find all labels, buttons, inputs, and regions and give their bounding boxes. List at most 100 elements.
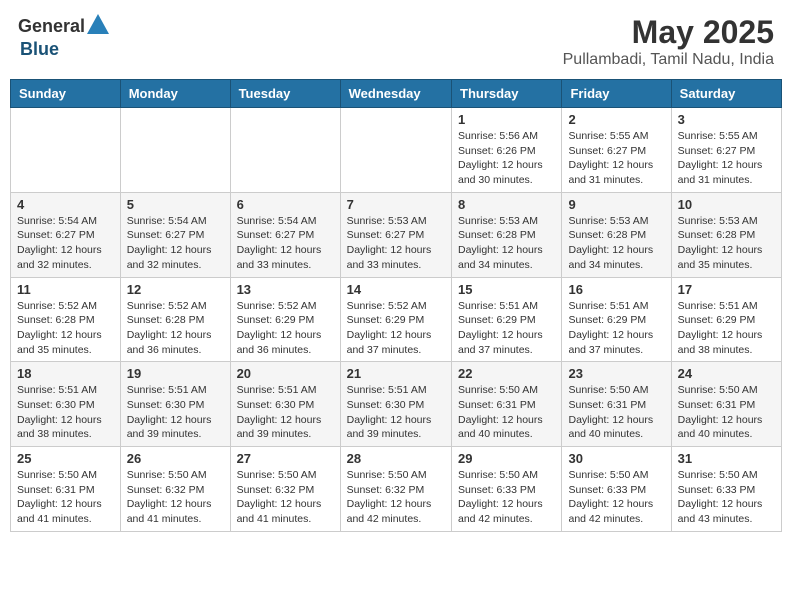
calendar-cell: 27 Sunrise: 5:50 AM Sunset: 6:32 PM Dayli…	[230, 447, 340, 532]
day-info: Sunrise: 5:50 AM Sunset: 6:31 PM Dayligh…	[568, 383, 664, 442]
day-number: 28	[347, 451, 445, 466]
calendar-cell: 15 Sunrise: 5:51 AM Sunset: 6:29 PM Dayli…	[452, 277, 562, 362]
day-number: 31	[678, 451, 775, 466]
day-number: 4	[17, 197, 114, 212]
title-section: May 2025 Pullambadi, Tamil Nadu, India	[563, 14, 774, 69]
main-title: May 2025	[563, 14, 774, 51]
calendar-cell: 21 Sunrise: 5:51 AM Sunset: 6:30 PM Dayli…	[340, 362, 451, 447]
day-number: 23	[568, 366, 664, 381]
calendar-cell: 10Sunrise: 5:53 AM Sunset: 6:28 PM Dayli…	[671, 192, 781, 277]
day-number: 13	[237, 282, 334, 297]
day-number: 11	[17, 282, 114, 297]
day-info: Sunrise: 5:55 AM Sunset: 6:27 PM Dayligh…	[568, 129, 664, 188]
logo-general: General	[18, 16, 85, 37]
day-number: 29	[458, 451, 555, 466]
day-number: 17	[678, 282, 775, 297]
day-info: Sunrise: 5:51 AM Sunset: 6:29 PM Dayligh…	[458, 299, 555, 358]
logo-blue: Blue	[20, 39, 59, 60]
day-info: Sunrise: 5:54 AM Sunset: 6:27 PM Dayligh…	[127, 214, 224, 273]
day-number: 5	[127, 197, 224, 212]
page-header: General Blue May 2025 Pullambadi, Tamil …	[10, 10, 782, 73]
calendar-cell: 22 Sunrise: 5:50 AM Sunset: 6:31 PM Dayli…	[452, 362, 562, 447]
calendar-cell: 24 Sunrise: 5:50 AM Sunset: 6:31 PM Dayli…	[671, 362, 781, 447]
day-info: Sunrise: 5:50 AM Sunset: 6:33 PM Dayligh…	[458, 468, 555, 527]
day-info: Sunrise: 5:52 AM Sunset: 6:29 PM Dayligh…	[347, 299, 445, 358]
day-number: 8	[458, 197, 555, 212]
day-number: 2	[568, 112, 664, 127]
day-number: 20	[237, 366, 334, 381]
day-info: Sunrise: 5:51 AM Sunset: 6:30 PM Dayligh…	[127, 383, 224, 442]
calendar-cell: 13 Sunrise: 5:52 AM Sunset: 6:29 PM Dayli…	[230, 277, 340, 362]
day-number: 21	[347, 366, 445, 381]
day-number: 19	[127, 366, 224, 381]
day-info: Sunrise: 5:51 AM Sunset: 6:29 PM Dayligh…	[678, 299, 775, 358]
calendar-cell: 3 Sunrise: 5:55 AM Sunset: 6:27 PM Daylig…	[671, 108, 781, 193]
calendar-cell: 11 Sunrise: 5:52 AM Sunset: 6:28 PM Dayli…	[11, 277, 121, 362]
day-number: 22	[458, 366, 555, 381]
day-number: 24	[678, 366, 775, 381]
day-info: Sunrise: 5:52 AM Sunset: 6:29 PM Dayligh…	[237, 299, 334, 358]
calendar-header-row: SundayMondayTuesdayWednesdayThursdayFrid…	[11, 80, 782, 108]
calendar-cell: 12 Sunrise: 5:52 AM Sunset: 6:28 PM Dayli…	[120, 277, 230, 362]
calendar-cell: 8 Sunrise: 5:53 AM Sunset: 6:28 PM Daylig…	[452, 192, 562, 277]
day-info: Sunrise: 5:54 AM Sunset: 6:27 PM Dayligh…	[237, 214, 334, 273]
day-number: 15	[458, 282, 555, 297]
logo: General Blue	[18, 14, 109, 60]
day-info: Sunrise: 5:56 AM Sunset: 6:26 PM Dayligh…	[458, 129, 555, 188]
day-number: 16	[568, 282, 664, 297]
calendar-cell: 29 Sunrise: 5:50 AM Sunset: 6:33 PM Dayli…	[452, 447, 562, 532]
day-info: Sunrise: 5:54 AM Sunset: 6:27 PM Dayligh…	[17, 214, 114, 273]
day-info: Sunrise: 5:51 AM Sunset: 6:29 PM Dayligh…	[568, 299, 664, 358]
day-number: 26	[127, 451, 224, 466]
day-info: Sunrise: 5:52 AM Sunset: 6:28 PM Dayligh…	[127, 299, 224, 358]
day-info: Sunrise: 5:50 AM Sunset: 6:32 PM Dayligh…	[347, 468, 445, 527]
day-number: 18	[17, 366, 114, 381]
day-number: 3	[678, 112, 775, 127]
day-info: Sunrise: 5:55 AM Sunset: 6:27 PM Dayligh…	[678, 129, 775, 188]
day-info: Sunrise: 5:53 AM Sunset: 6:28 PM Dayligh…	[568, 214, 664, 273]
day-info: Sunrise: 5:51 AM Sunset: 6:30 PM Dayligh…	[347, 383, 445, 442]
day-info: Sunrise: 5:50 AM Sunset: 6:33 PM Dayligh…	[678, 468, 775, 527]
calendar-cell: 14Sunrise: 5:52 AM Sunset: 6:29 PM Dayli…	[340, 277, 451, 362]
calendar-cell: 25Sunrise: 5:50 AM Sunset: 6:31 PM Dayli…	[11, 447, 121, 532]
calendar-cell: 2 Sunrise: 5:55 AM Sunset: 6:27 PM Daylig…	[562, 108, 671, 193]
day-info: Sunrise: 5:52 AM Sunset: 6:28 PM Dayligh…	[17, 299, 114, 358]
day-number: 12	[127, 282, 224, 297]
calendar-cell: 6Sunrise: 5:54 AM Sunset: 6:27 PM Daylig…	[230, 192, 340, 277]
logo-icon	[87, 14, 109, 34]
calendar-cell	[340, 108, 451, 193]
day-number: 7	[347, 197, 445, 212]
calendar-cell: 18 Sunrise: 5:51 AM Sunset: 6:30 PM Dayli…	[11, 362, 121, 447]
day-info: Sunrise: 5:50 AM Sunset: 6:31 PM Dayligh…	[458, 383, 555, 442]
calendar-cell: 9Sunrise: 5:53 AM Sunset: 6:28 PM Daylig…	[562, 192, 671, 277]
calendar-cell: 23 Sunrise: 5:50 AM Sunset: 6:31 PM Dayli…	[562, 362, 671, 447]
day-info: Sunrise: 5:50 AM Sunset: 6:31 PM Dayligh…	[678, 383, 775, 442]
calendar-cell: 1 Sunrise: 5:56 AM Sunset: 6:26 PM Daylig…	[452, 108, 562, 193]
calendar-week-row: 1 Sunrise: 5:56 AM Sunset: 6:26 PM Daylig…	[11, 108, 782, 193]
calendar-cell: 19 Sunrise: 5:51 AM Sunset: 6:30 PM Dayli…	[120, 362, 230, 447]
calendar-cell	[11, 108, 121, 193]
weekday-header: Tuesday	[230, 80, 340, 108]
weekday-header: Friday	[562, 80, 671, 108]
calendar-week-row: 18 Sunrise: 5:51 AM Sunset: 6:30 PM Dayli…	[11, 362, 782, 447]
day-info: Sunrise: 5:51 AM Sunset: 6:30 PM Dayligh…	[237, 383, 334, 442]
calendar-cell: 30Sunrise: 5:50 AM Sunset: 6:33 PM Dayli…	[562, 447, 671, 532]
calendar-cell: 28 Sunrise: 5:50 AM Sunset: 6:32 PM Dayli…	[340, 447, 451, 532]
weekday-header: Sunday	[11, 80, 121, 108]
day-number: 30	[568, 451, 664, 466]
day-info: Sunrise: 5:50 AM Sunset: 6:32 PM Dayligh…	[237, 468, 334, 527]
subtitle: Pullambadi, Tamil Nadu, India	[563, 51, 774, 69]
weekday-header: Wednesday	[340, 80, 451, 108]
day-number: 27	[237, 451, 334, 466]
weekday-header: Thursday	[452, 80, 562, 108]
calendar-week-row: 4 Sunrise: 5:54 AM Sunset: 6:27 PM Daylig…	[11, 192, 782, 277]
calendar-cell: 26Sunrise: 5:50 AM Sunset: 6:32 PM Dayli…	[120, 447, 230, 532]
day-info: Sunrise: 5:53 AM Sunset: 6:28 PM Dayligh…	[458, 214, 555, 273]
day-info: Sunrise: 5:50 AM Sunset: 6:31 PM Dayligh…	[17, 468, 114, 527]
calendar-cell: 5 Sunrise: 5:54 AM Sunset: 6:27 PM Daylig…	[120, 192, 230, 277]
weekday-header: Monday	[120, 80, 230, 108]
calendar-cell	[230, 108, 340, 193]
day-info: Sunrise: 5:51 AM Sunset: 6:30 PM Dayligh…	[17, 383, 114, 442]
calendar-cell: 20 Sunrise: 5:51 AM Sunset: 6:30 PM Dayli…	[230, 362, 340, 447]
day-number: 1	[458, 112, 555, 127]
